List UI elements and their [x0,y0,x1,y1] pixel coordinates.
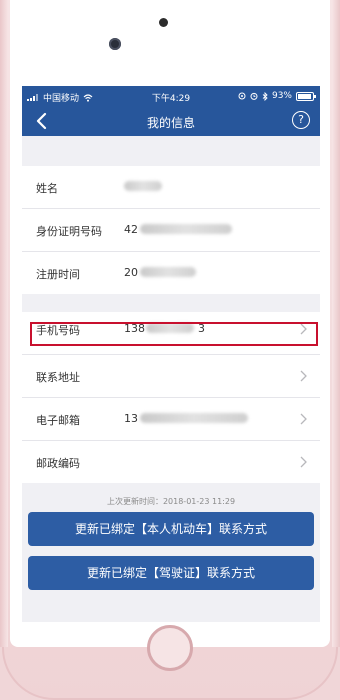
row-label: 邮政编码 [36,457,80,470]
update-license-contact-button[interactable]: 更新已绑定【驾驶证】联系方式 [28,556,314,590]
nav-bar: 我的信息 ? [22,106,320,136]
last-update-time: 上次更新时间：2018-01-23 11:29 [106,497,236,506]
phone-edge-left [0,0,8,647]
row-label: 电子邮箱 [36,414,80,427]
row-value: 20 [124,266,138,279]
redacted-value [140,413,248,423]
redacted-value [140,224,232,234]
front-camera [109,38,121,50]
redacted-value [140,267,196,277]
row-label: 姓名 [36,182,58,195]
row-label: 联系地址 [36,371,80,384]
info-row-registration-time: 注册时间 20 [22,252,320,294]
row-value: 13 [124,412,138,425]
redacted-value [146,323,194,333]
help-icon[interactable]: ? [292,111,310,129]
chevron-right-icon [300,456,307,468]
update-vehicle-contact-button[interactable]: 更新已绑定【本人机动车】联系方式 [28,512,314,546]
bluetooth-icon [262,91,268,101]
info-row-email[interactable]: 电子邮箱 13 [22,398,320,441]
redacted-value [124,181,162,191]
row-value: 42 [124,223,138,236]
app-screen: 中国移动 下午4:29 93% 我的信息 ? 姓名 身份证明号码 42 注册时间… [22,86,320,622]
alarm-icon [250,92,258,100]
battery-icon [296,91,316,101]
status-bar: 中国移动 下午4:29 93% [22,86,320,106]
chevron-right-icon [300,413,307,425]
page-title: 我的信息 [146,116,195,130]
chevron-right-icon [300,323,307,335]
info-row-postal-code[interactable]: 邮政编码 [22,441,320,483]
info-row-id-number: 身份证明号码 42 [22,209,320,252]
row-label: 注册时间 [36,268,80,281]
info-row-address[interactable]: 联系地址 [22,355,320,398]
personal-info-group: 姓名 身份证明号码 42 注册时间 20 [22,166,320,294]
chevron-right-icon [300,370,307,382]
info-row-name: 姓名 [22,166,320,209]
location-icon [238,92,246,100]
battery-percent: 93% [271,91,292,101]
row-label: 身份证明号码 [36,225,102,238]
row-value: 138 [124,322,145,335]
info-row-phone[interactable]: 手机号码 138 3 [22,312,320,355]
phone-edge-right [332,0,340,647]
home-button[interactable] [147,625,193,671]
contact-info-group: 手机号码 138 3 联系地址 电子邮箱 13 邮政编码 [22,312,320,483]
row-value-suffix: 3 [198,322,205,335]
row-label: 手机号码 [36,324,80,337]
earpiece [159,18,168,27]
